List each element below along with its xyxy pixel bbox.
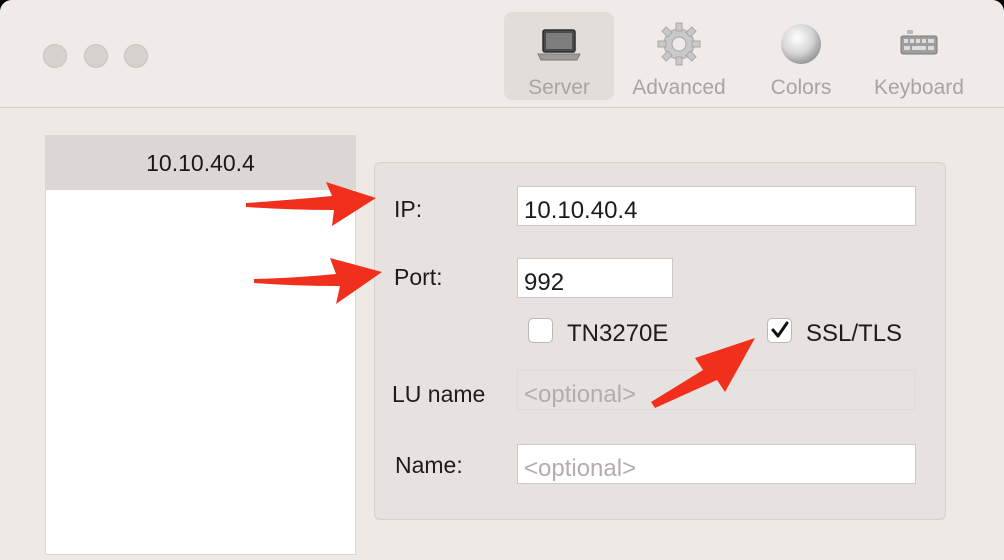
port-label: Port: <box>394 264 443 290</box>
keyboard-icon <box>895 20 943 68</box>
lu-name-placeholder: <optional> <box>524 381 637 408</box>
preferences-window: Server Advanced Colors Keyboard 10.10.40… <box>0 0 1004 560</box>
checkmark-icon <box>771 321 789 338</box>
ip-label: IP: <box>394 196 423 222</box>
ip-field[interactable]: 10.10.40.4 <box>517 186 916 226</box>
toolbar-keyboard-button[interactable]: Keyboard <box>864 12 974 100</box>
ip-field-value: 10.10.40.4 <box>524 197 638 224</box>
port-field-value: 992 <box>524 269 565 296</box>
toolbar-colors-label: Colors <box>770 76 832 99</box>
laptop-icon <box>535 20 583 68</box>
toolbar-keyboard-label: Keyboard <box>874 76 964 99</box>
lu-name-label: LU name <box>392 381 486 407</box>
toolbar-server-button[interactable]: Server <box>504 12 614 100</box>
minimize-window-button[interactable] <box>84 44 108 68</box>
annotation-arrow-ip <box>246 182 376 226</box>
toolbar-advanced-label: Advanced <box>632 76 726 99</box>
gear-icon <box>655 20 703 68</box>
annotation-arrow-ssl <box>651 338 755 408</box>
close-window-button[interactable] <box>43 44 67 68</box>
ssl-tls-label: SSL/TLS <box>806 320 903 347</box>
tn3270e-checkbox[interactable] <box>528 318 553 343</box>
annotation-arrow-port <box>254 258 382 304</box>
zoom-window-button[interactable] <box>124 44 148 68</box>
port-field[interactable]: 992 <box>517 258 673 298</box>
name-label: Name: <box>395 452 463 478</box>
name-placeholder: <optional> <box>524 455 637 482</box>
toolbar-server-label: Server <box>528 76 590 99</box>
sphere-icon <box>777 20 825 68</box>
name-field[interactable]: <optional> <box>517 444 916 484</box>
titlebar: Server Advanced Colors Keyboard <box>0 0 1004 108</box>
ssl-tls-checkbox[interactable] <box>767 318 792 343</box>
toolbar-advanced-button[interactable]: Advanced <box>624 12 734 100</box>
toolbar-colors-button[interactable]: Colors <box>746 12 856 100</box>
